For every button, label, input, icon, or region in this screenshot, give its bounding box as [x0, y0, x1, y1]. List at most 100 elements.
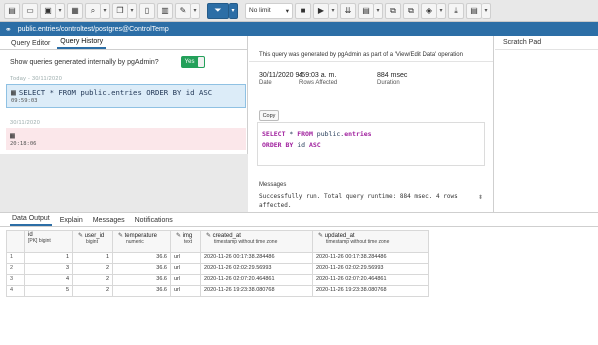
table-row[interactable]: 2 3 2 36.6 url 2020-11-26 02:02:29.56993…: [6, 263, 429, 275]
find-dropdown-icon[interactable]: ▾: [101, 2, 110, 19]
column-type: text: [184, 239, 193, 245]
copy-dropdown-icon[interactable]: ▾: [128, 2, 137, 19]
link-icon: ⚭: [5, 24, 12, 34]
copy-button[interactable]: Copy: [259, 110, 279, 121]
rollback-icon[interactable]: ⧉: [403, 2, 419, 19]
edit-icon: ✎: [318, 233, 324, 239]
cell-temperature[interactable]: 36.6: [112, 274, 171, 286]
column-header[interactable]: id [PK] bigint: [24, 230, 73, 253]
commit-icon[interactable]: ⧉: [385, 2, 401, 19]
stat-duration-label: Duration: [377, 80, 400, 86]
download-icon[interactable]: ⤓: [448, 2, 464, 19]
toggle-value: Yes: [184, 59, 195, 65]
execute-dropdown-icon[interactable]: ▾: [329, 2, 338, 19]
cell-img[interactable]: url: [170, 285, 201, 297]
explain-dropdown-icon[interactable]: ▾: [374, 2, 383, 19]
cell-img[interactable]: url: [170, 252, 201, 264]
history-entry[interactable]: ▦ 20:18:06: [6, 128, 246, 150]
row-number: 3: [6, 274, 25, 286]
query-stats: 30/11/2020 9:59:03 a. m. Date 4 Rows Aff…: [259, 72, 423, 86]
sql-keyword: SELECT: [262, 130, 286, 138]
cell-created-at[interactable]: 2020-11-26 00:17:38.284486: [200, 252, 313, 264]
edit-icon: ✎: [78, 233, 84, 239]
column-type: timestamp without time zone: [326, 239, 390, 245]
stat-duration: 884 msec Duration: [377, 72, 407, 86]
column-header[interactable]: ✎ created_at timestamp without time zone: [200, 230, 313, 253]
limit-select[interactable]: No limit ▾: [245, 2, 293, 19]
sql-preview: SELECT * FROM public.entries ORDER BY id…: [257, 122, 485, 166]
row-number: 2: [6, 263, 25, 275]
edit-icon: ✎: [206, 233, 212, 239]
clear-icon[interactable]: ◈: [421, 2, 437, 19]
edit-icon[interactable]: ✎: [175, 2, 191, 19]
copy-icon[interactable]: ❐: [112, 2, 128, 19]
cell-id[interactable]: 5: [24, 285, 73, 297]
open-file-icon[interactable]: ▤: [4, 2, 20, 19]
cell-user-id[interactable]: 2: [72, 274, 113, 286]
tab-messages[interactable]: Messages: [91, 217, 127, 226]
grid-icon[interactable]: ▦: [67, 2, 83, 19]
table-row[interactable]: 3 4 2 36.6 url 2020-11-26 02:07:20.46486…: [6, 274, 429, 286]
column-header[interactable]: ✎ img text: [170, 230, 201, 253]
messages-text: Successfully run. Total query runtime: 8…: [259, 193, 458, 209]
tab-query-history[interactable]: Query History: [57, 38, 107, 49]
cell-temperature[interactable]: 36.6: [112, 285, 171, 297]
cell-id[interactable]: 1: [24, 252, 73, 264]
cell-updated-at[interactable]: 2020-11-26 02:07:20.464861: [312, 274, 429, 286]
scratch-pad[interactable]: Scratch Pad: [495, 36, 598, 212]
scroll-icon[interactable]: ⬍: [478, 194, 483, 201]
cell-img[interactable]: url: [170, 274, 201, 286]
folder-icon[interactable]: ▭: [22, 2, 38, 19]
delete-icon[interactable]: ▥: [157, 2, 173, 19]
connection-bar[interactable]: ⚭ public.entries/controltest/postgres@Co…: [0, 22, 598, 36]
save-dropdown-icon[interactable]: ▾: [56, 2, 65, 19]
cell-user-id[interactable]: 1: [72, 252, 113, 264]
column-header[interactable]: ✎ user_id bigint: [72, 230, 113, 253]
save-icon[interactable]: ▣: [40, 2, 56, 19]
cell-created-at[interactable]: 2020-11-26 02:02:29.56993: [200, 263, 313, 275]
macros-icon[interactable]: ▤: [466, 2, 482, 19]
messages-label: Messages: [259, 182, 287, 188]
clear-dropdown-icon[interactable]: ▾: [437, 2, 446, 19]
tab-data-output[interactable]: Data Output: [10, 215, 52, 226]
history-entry[interactable]: ▦ SELECT * FROM public.entries ORDER BY …: [6, 84, 246, 108]
stat-rows: 4 Rows Affected: [299, 72, 361, 86]
cell-temperature[interactable]: 36.6: [112, 252, 171, 264]
grid-icon: ▦: [10, 131, 15, 140]
cell-img[interactable]: url: [170, 263, 201, 275]
edit-dropdown-icon[interactable]: ▾: [191, 2, 200, 19]
cell-user-id[interactable]: 2: [72, 263, 113, 275]
edit-icon: ✎: [176, 233, 182, 239]
cell-temperature[interactable]: 36.6: [112, 263, 171, 275]
editor-tabs: Query Editor Query History: [0, 36, 247, 50]
explain-icon[interactable]: ⇊: [340, 2, 356, 19]
cell-updated-at[interactable]: 2020-11-26 19:23:38.080768: [312, 285, 429, 297]
row-number-header: [6, 230, 25, 253]
tab-explain[interactable]: Explain: [58, 217, 85, 226]
history-date-group: Today - 30/11/2020: [10, 76, 63, 82]
column-header[interactable]: ✎ updated_at timestamp without time zone: [312, 230, 429, 253]
stop-icon[interactable]: ■: [295, 2, 311, 19]
tab-query-editor[interactable]: Query Editor: [8, 40, 53, 49]
find-icon[interactable]: ⌕: [85, 2, 101, 19]
macros-dropdown-icon[interactable]: ▾: [482, 2, 491, 19]
table-row[interactable]: 4 5 2 36.6 url 2020-11-26 19:23:38.08076…: [6, 285, 429, 297]
cell-updated-at[interactable]: 2020-11-26 00:17:38.284486: [312, 252, 429, 264]
cell-created-at[interactable]: 2020-11-26 19:23:38.080768: [200, 285, 313, 297]
paste-icon[interactable]: ▯: [139, 2, 155, 19]
filter-icon[interactable]: ⏷: [207, 2, 229, 19]
explain-analyze-icon[interactable]: ▤: [358, 2, 374, 19]
table-row[interactable]: 1 1 1 36.6 url 2020-11-26 00:17:38.28448…: [6, 252, 429, 264]
column-type: timestamp without time zone: [214, 239, 278, 245]
column-header[interactable]: ✎ temperature numeric: [112, 230, 171, 253]
tab-notifications[interactable]: Notifications: [133, 217, 175, 226]
cell-id[interactable]: 3: [24, 263, 73, 275]
cell-created-at[interactable]: 2020-11-26 02:07:20.464861: [200, 274, 313, 286]
grid-icon: ▦: [11, 88, 16, 97]
internal-queries-toggle[interactable]: Yes: [180, 56, 205, 68]
cell-id[interactable]: 4: [24, 274, 73, 286]
cell-user-id[interactable]: 2: [72, 285, 113, 297]
cell-updated-at[interactable]: 2020-11-26 02:02:29.56993: [312, 263, 429, 275]
execute-icon[interactable]: ▶: [313, 2, 329, 19]
filter-dropdown-icon[interactable]: ▾: [229, 2, 238, 19]
